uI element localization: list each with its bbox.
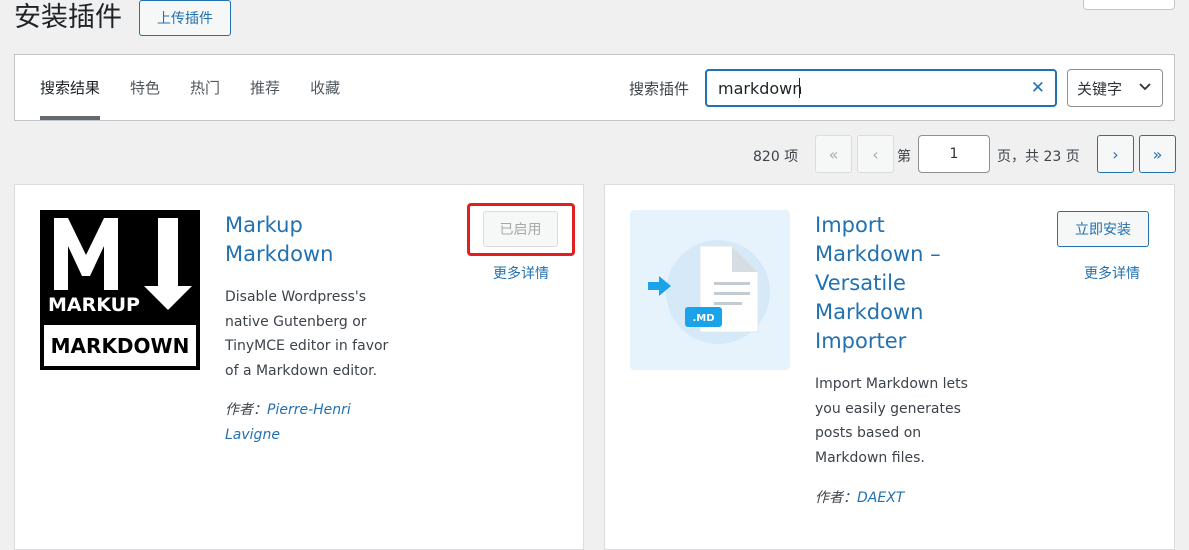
plugin-description: Disable Wordpress's native Gutenberg or … bbox=[225, 285, 388, 383]
prev-page-button: ‹ bbox=[857, 135, 894, 173]
desc-line: posts based on bbox=[815, 425, 922, 441]
logo-bottom-text: MARKDOWN bbox=[51, 334, 190, 358]
desc-line: you easily generates bbox=[815, 400, 961, 417]
filter-bar: 搜索结果 特色 热门 推荐 收藏 搜索插件 ✕ 关键字 bbox=[14, 54, 1175, 121]
desc-line: Disable Wordpress's bbox=[225, 289, 367, 305]
desc-line: TinyMCE editor in favor bbox=[225, 338, 389, 354]
more-details-link[interactable]: 更多详情 bbox=[493, 263, 549, 283]
plugin-title-line: Markdown bbox=[225, 242, 334, 266]
page-title: 安装插件 bbox=[14, 2, 122, 33]
author-link[interactable]: Pierre-Henri bbox=[267, 402, 351, 418]
items-count: 820 项 bbox=[753, 149, 799, 165]
more-details-link[interactable]: 更多详情 bbox=[1084, 263, 1140, 283]
plugin-title-line: Markdown – bbox=[815, 242, 941, 266]
first-page-button: « bbox=[815, 135, 852, 173]
plugin-author: 作者：DAEXT bbox=[815, 486, 904, 511]
chevron-down-icon bbox=[1139, 83, 1151, 91]
last-page-button[interactable]: » bbox=[1139, 135, 1176, 173]
next-page-button[interactable]: › bbox=[1097, 135, 1134, 173]
plugin-title-link[interactable]: Import Markdown – Versatile Markdown Imp… bbox=[815, 211, 941, 356]
plugin-description: Import Markdown lets you easily generate… bbox=[815, 372, 968, 470]
search-box: ✕ bbox=[705, 69, 1057, 107]
text-caret bbox=[799, 78, 800, 98]
tab-favorites[interactable]: 收藏 bbox=[310, 55, 340, 120]
import-markdown-logo-icon[interactable]: .MD bbox=[630, 210, 790, 370]
plugin-author: 作者：Pierre-Henri Lavigne bbox=[225, 398, 351, 448]
md-badge-text: .MD bbox=[692, 313, 714, 324]
logo-top-text: MARKUP bbox=[48, 294, 140, 316]
plugin-title-link[interactable]: Markup Markdown bbox=[225, 211, 333, 269]
author-prefix: 作者： bbox=[225, 402, 267, 418]
author-link[interactable]: Lavigne bbox=[225, 427, 280, 443]
plugin-title-line: Import bbox=[815, 213, 885, 237]
search-input[interactable] bbox=[718, 78, 1008, 98]
desc-line: Markdown files. bbox=[815, 449, 925, 466]
search-label: 搜索插件 bbox=[629, 80, 690, 98]
search-type-select[interactable]: 关键字 bbox=[1067, 69, 1163, 107]
highlight-annotation bbox=[467, 203, 575, 256]
author-prefix: 作者： bbox=[815, 490, 857, 506]
filter-tabs: 搜索结果 特色 热门 推荐 收藏 bbox=[40, 55, 370, 120]
plugin-title-line: Importer bbox=[815, 329, 907, 353]
plugin-title-line: Markdown bbox=[815, 300, 924, 324]
desc-line: of a Markdown editor. bbox=[225, 362, 378, 379]
search-type-value: 关键字 bbox=[1077, 79, 1123, 98]
page-prefix: 第 bbox=[897, 149, 911, 165]
desc-line: Import Markdown lets bbox=[815, 376, 968, 392]
tab-search-results[interactable]: 搜索结果 bbox=[40, 55, 101, 120]
page-total-text: 页，共 23 页 bbox=[997, 149, 1080, 165]
author-link[interactable]: DAEXT bbox=[857, 490, 904, 506]
tab-popular[interactable]: 热门 bbox=[190, 55, 220, 120]
plugin-title-line: Versatile bbox=[815, 271, 906, 295]
tab-featured[interactable]: 特色 bbox=[130, 55, 160, 120]
install-now-button[interactable]: 立即安装 bbox=[1057, 211, 1149, 247]
upload-plugin-button[interactable]: 上传插件 bbox=[139, 0, 231, 36]
markup-markdown-logo-icon[interactable]: MARKUP MARKDOWN bbox=[40, 210, 200, 370]
help-tab-button[interactable] bbox=[1083, 0, 1175, 10]
current-page-input[interactable] bbox=[918, 135, 990, 173]
desc-line: native Gutenberg or bbox=[225, 313, 367, 330]
clear-search-icon[interactable]: ✕ bbox=[1031, 78, 1045, 98]
plugin-title-line: Markup bbox=[225, 213, 303, 237]
tab-recommended[interactable]: 推荐 bbox=[250, 55, 280, 120]
